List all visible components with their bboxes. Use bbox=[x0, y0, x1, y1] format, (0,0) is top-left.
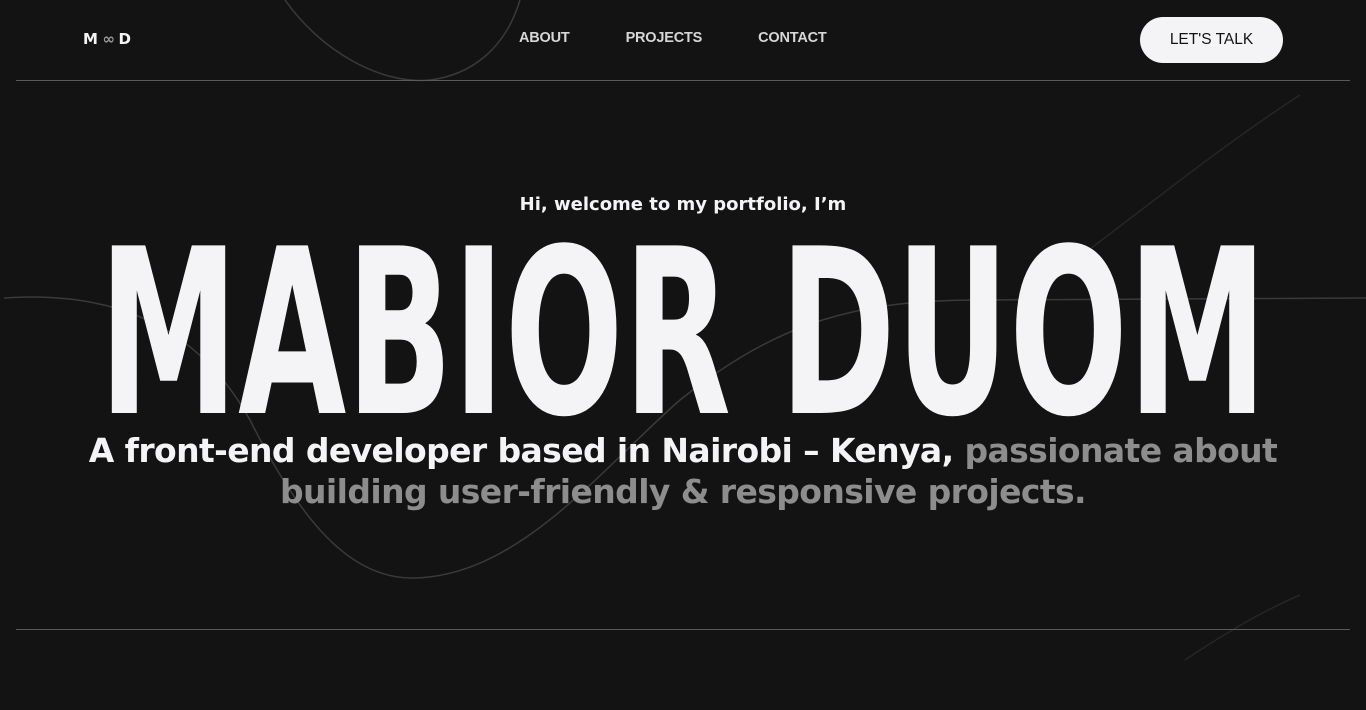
infinity-icon: ∞ bbox=[102, 30, 116, 48]
hero-greeting: Hi, welcome to my portfolio, I’m bbox=[519, 194, 847, 215]
hero-tagline: A front-end developer based in Nairobi –… bbox=[83, 430, 1283, 512]
tagline-strong: A front-end developer based in Nairobi –… bbox=[88, 431, 954, 470]
decorative-curve-bottom-right bbox=[1184, 594, 1301, 661]
lets-talk-button[interactable]: LET'S TALK bbox=[1140, 17, 1283, 63]
header-divider bbox=[16, 80, 1350, 81]
page: M ∞ D ABOUT PROJECTS CONTACT LET'S TALK … bbox=[0, 0, 1366, 710]
nav-projects[interactable]: PROJECTS bbox=[626, 30, 703, 46]
site-header: M ∞ D ABOUT PROJECTS CONTACT LET'S TALK bbox=[0, 0, 1366, 80]
hero-name-graphic: MABIOR DUOM bbox=[99, 225, 1267, 425]
nav-about[interactable]: ABOUT bbox=[519, 30, 570, 46]
logo-letter-left: M bbox=[83, 30, 99, 48]
main-nav: ABOUT PROJECTS CONTACT bbox=[519, 30, 883, 46]
hero-name: MABIOR DUOM bbox=[0, 225, 1366, 425]
logo-letter-right: D bbox=[118, 30, 132, 48]
nav-contact[interactable]: CONTACT bbox=[758, 30, 827, 46]
section-divider bbox=[16, 629, 1350, 630]
hero-name-text: MABIOR DUOM bbox=[99, 225, 1267, 425]
site-logo[interactable]: M ∞ D bbox=[83, 29, 131, 49]
